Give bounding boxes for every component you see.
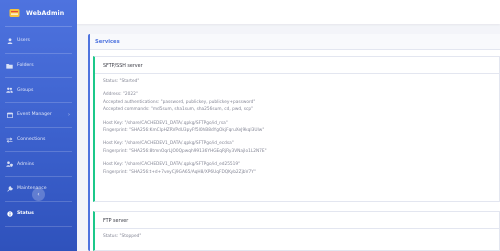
brand[interactable]: WebAdmin <box>0 0 77 26</box>
user-icon <box>6 38 13 44</box>
accepted-auth: Accepted authentications: "password, pub… <box>103 99 256 105</box>
sidebar-item-admins[interactable]: Admins <box>0 154 77 174</box>
card-title: Services <box>95 38 120 45</box>
sidebar-item-users[interactable]: Users <box>0 31 77 51</box>
sidebar-divider <box>5 151 72 153</box>
sidebar-divider <box>5 77 72 79</box>
service-status: Status: "Stopped" <box>103 234 142 239</box>
folder-icon <box>6 63 13 69</box>
app-logo-icon <box>9 8 20 18</box>
user-shield-icon <box>6 161 13 168</box>
sidebar-divider <box>5 26 72 27</box>
sftp-service-panel: SFTP/SSH server Status: "Started" Addres… <box>93 56 500 202</box>
sidebar-item-label: Event Manager <box>17 112 52 118</box>
sidebar-item-event-manager[interactable]: Event Manager › <box>0 105 77 125</box>
sidebar-item-status[interactable]: Status <box>0 204 77 224</box>
host-key: Host Key: "/share/CACHEDEV1_DATA/.qpkg/S… <box>103 141 234 147</box>
chevron-left-icon: ‹ <box>37 191 40 198</box>
wrench-icon <box>6 186 13 192</box>
host-key: Host Key: "/share/CACHEDEV1_DATA/.qpkg/S… <box>103 120 228 126</box>
sidebar-item-label: Folders <box>17 63 34 69</box>
sidebar-divider <box>5 126 72 128</box>
sidebar-toggle-button[interactable]: ‹ <box>32 188 45 201</box>
service-name: SFTP/SSH server <box>103 64 143 69</box>
sidebar-item-label: Status <box>17 211 34 217</box>
sidebar-item-label: Admins <box>17 161 35 167</box>
top-bar <box>77 0 500 24</box>
calendar-icon <box>6 112 13 118</box>
sidebar: WebAdmin Users Folders Groups Event Mana… <box>0 0 77 251</box>
card-header: Services <box>90 34 500 50</box>
sidebar-divider <box>5 176 72 178</box>
sidebar-item-groups[interactable]: Groups <box>0 80 77 100</box>
exchange-icon <box>6 137 13 143</box>
sidebar-divider <box>5 225 72 227</box>
fingerprint: Fingerprint: "SHA256:KmClpHZRVPdU3pyFf5l… <box>103 128 265 134</box>
info-icon <box>6 210 13 217</box>
sidebar-item-label: Groups <box>17 87 34 93</box>
sidebar-divider <box>5 52 72 54</box>
sidebar-item-folders[interactable]: Folders <box>0 56 77 76</box>
accepted-commands: Accepted commands: "md5sum, sha1sum, sha… <box>103 107 254 113</box>
chevron-right-icon: › <box>68 111 70 118</box>
service-address: Address: "2022" <box>103 92 138 98</box>
sidebar-item-label: Users <box>17 38 30 44</box>
sidebar-divider <box>5 102 72 104</box>
ftp-service-panel: FTP server Status: "Stopped" <box>93 211 500 251</box>
fingerprint: Fingerprint: "SHA256:8tmnOqrLJO0Qpwqh991… <box>103 148 267 154</box>
sidebar-item-connections[interactable]: Connections <box>0 130 77 150</box>
service-name: FTP server <box>103 219 129 224</box>
service-status: Status: "Started" <box>103 79 140 84</box>
users-icon <box>6 87 13 94</box>
fingerprint: Fingerprint: "SHA256:t+d+7veyCj9GA65/AqH… <box>103 169 256 175</box>
host-key: Host Key: "/share/CACHEDEV1_DATA/.qpkg/S… <box>103 162 241 168</box>
sidebar-item-label: Connections <box>17 137 46 143</box>
app-title: WebAdmin <box>26 9 65 17</box>
